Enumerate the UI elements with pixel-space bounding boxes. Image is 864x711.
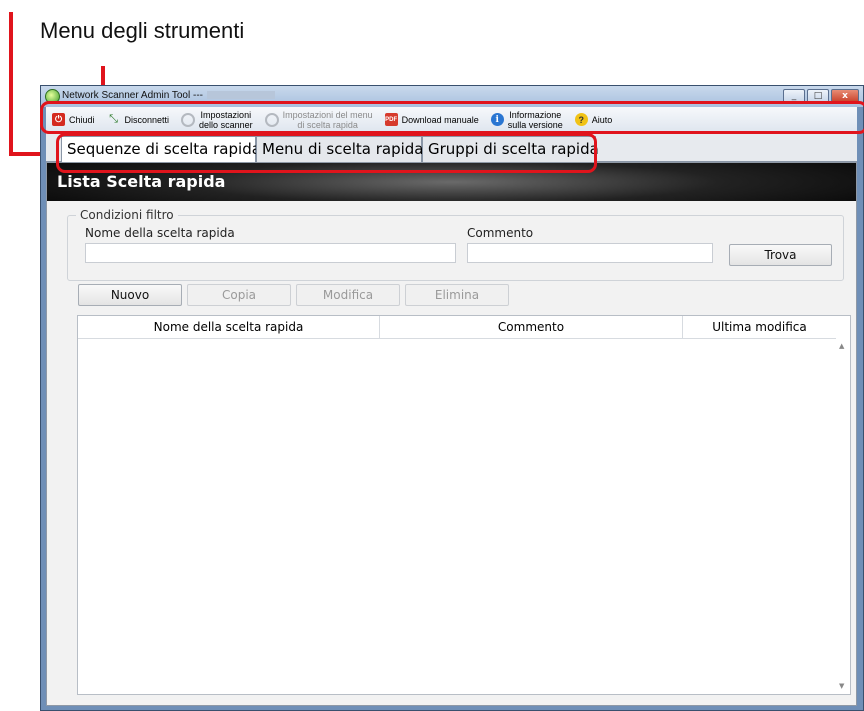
scroll-down-icon[interactable]: ▼: [839, 682, 844, 690]
redacted-address: [206, 91, 275, 100]
delete-button[interactable]: Elimina: [405, 284, 509, 306]
comment-filter-label: Commento: [467, 226, 534, 240]
shortcut-table: Nome della scelta rapida Commento Ultima…: [77, 315, 851, 695]
comment-filter-input[interactable]: [467, 243, 713, 263]
new-button[interactable]: Nuovo: [78, 284, 182, 306]
column-header-name[interactable]: Nome della scelta rapida: [78, 316, 380, 338]
callout-line-left: [9, 12, 13, 156]
main-panel: Lista Scelta rapida Condizioni filtro No…: [46, 162, 857, 706]
toolbar-highlight: [40, 101, 864, 134]
column-header-last-modified[interactable]: Ultima modifica: [683, 316, 836, 338]
window-title: Network Scanner Admin Tool ---: [62, 90, 275, 101]
vertical-scrollbar[interactable]: ▲ ▼: [836, 338, 850, 694]
copy-button[interactable]: Copia: [187, 284, 291, 306]
edit-button[interactable]: Modifica: [296, 284, 400, 306]
name-filter-label: Nome della scelta rapida: [85, 226, 235, 240]
app-window: Network Scanner Admin Tool --- _ □ x ⏻ C…: [40, 85, 864, 711]
scroll-up-icon[interactable]: ▲: [839, 342, 844, 350]
filter-legend: Condizioni filtro: [76, 208, 178, 222]
callout-label: Menu degli strumenti: [40, 18, 245, 43]
name-filter-input[interactable]: [85, 243, 456, 263]
find-button[interactable]: Trova: [729, 244, 832, 266]
tabs-highlight: [56, 133, 597, 173]
column-header-comment[interactable]: Commento: [380, 316, 683, 338]
table-header: Nome della scelta rapida Commento Ultima…: [78, 316, 850, 339]
filter-group: Condizioni filtro Nome della scelta rapi…: [67, 208, 844, 281]
